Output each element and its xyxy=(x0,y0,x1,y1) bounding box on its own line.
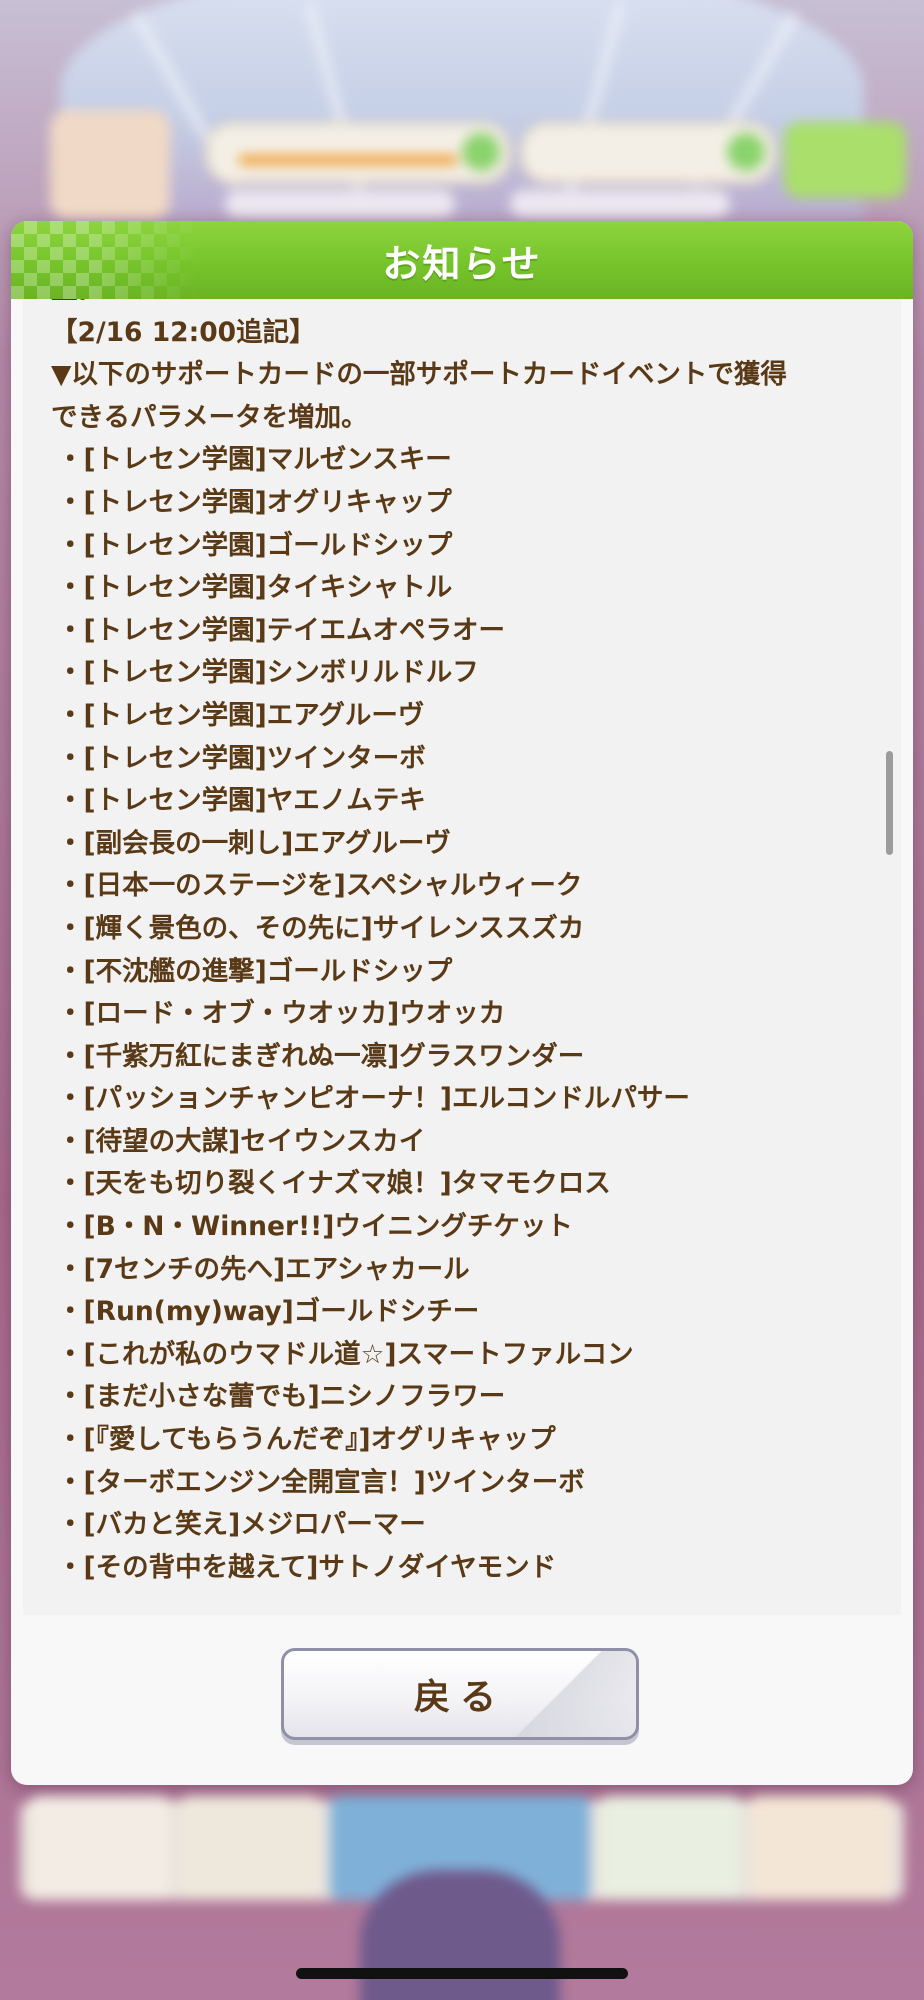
notice-line: 【2/16 12:00追記】 xyxy=(51,316,316,348)
notice-line: ・[トレセン学園]シンボリルドルフ xyxy=(57,657,479,689)
notice-line: ・[トレセン学園]タイキシャトル xyxy=(57,572,453,604)
background-resource-bar xyxy=(520,122,776,184)
notice-line: ・[待望の大謀]セイウンスカイ xyxy=(57,1125,426,1157)
notice-line: ・[日本一のステージを]スペシャルウィーク xyxy=(57,870,583,902)
notice-line: ・[トレセン学園]ゴールドシップ xyxy=(57,529,453,561)
background-green-button xyxy=(784,122,906,198)
notice-line: ・[トレセン学園]マルゼンスキー xyxy=(57,444,452,476)
notice-line: ・[ロード・オブ・ウオッカ]ウオッカ xyxy=(57,998,506,1030)
dialog-title: お知らせ xyxy=(382,241,542,286)
home-indicator[interactable] xyxy=(296,1968,628,1979)
notice-line: ・[トレセン学園]ツインターボ xyxy=(57,742,426,774)
notice-body: 量。【2/16 12:00追記】 ▼以下のサポートカードの一部サポートカードイベン… xyxy=(51,299,871,1589)
notice-line: ・[Run(my)way]ゴールドシチー xyxy=(57,1296,480,1328)
background-nav-tile xyxy=(180,1795,320,1900)
notice-line: ・[その背中を越えて]サトノダイヤモンド xyxy=(57,1551,557,1583)
background-character xyxy=(360,1870,560,2000)
notice-line: ・[まだ小さな蕾でも]ニシノフラワー xyxy=(57,1381,506,1413)
notice-line: ・[7センチの先へ]エアシャカール xyxy=(57,1253,470,1285)
background-avatar xyxy=(50,110,170,220)
notice-line: ▼以下のサポートカードの一部サポートカードイベントで獲得 xyxy=(51,359,787,391)
notice-line: できるパラメータを増加。 xyxy=(51,401,368,433)
button-shine xyxy=(496,1651,636,1737)
notice-line: ・[バカと笑え]メジロパーマー xyxy=(57,1509,426,1541)
app-screen: お知らせ 量。【2/16 12:00追記】 ▼以下のサポートカードの一部サポートカ… xyxy=(0,0,924,2000)
notice-line: ・[副会長の一刺し]エアグルーヴ xyxy=(57,827,451,859)
background-nav-tile xyxy=(600,1795,740,1900)
background-plus-icon xyxy=(727,133,765,171)
notice-line: 量。 xyxy=(51,299,871,312)
notice-line: ・[トレセン学園]テイエムオペラオー xyxy=(57,614,505,646)
notice-scroll-area[interactable]: 量。【2/16 12:00追記】 ▼以下のサポートカードの一部サポートカードイベン… xyxy=(23,299,901,1615)
background-pill xyxy=(225,190,455,218)
dialog-header: お知らせ xyxy=(11,221,913,299)
notice-line: ・[トレセン学園]エアグルーヴ xyxy=(57,699,425,731)
notice-line: ・[ターボエンジン全開宣言！]ツインターボ xyxy=(57,1466,585,1498)
notice-line: ・[輝く景色の、その先に]サイレンススズカ xyxy=(57,912,585,944)
notice-line: ・[トレセン学園]オグリキャップ xyxy=(57,486,452,518)
notice-line: ・[千紫万紅にまぎれぬ一凛]グラスワンダー xyxy=(57,1040,585,1072)
background-plus-icon xyxy=(462,133,500,171)
notice-line: ・[不沈艦の進撃]ゴールドシップ xyxy=(57,955,453,987)
scrollbar-thumb[interactable] xyxy=(886,751,893,855)
header-pattern xyxy=(11,221,201,299)
background-resource-fill xyxy=(238,155,458,165)
notice-line: ・[B・N・Winner!!]ウイニングチケット xyxy=(57,1211,573,1243)
notice-line: ・[トレセン学園]ヤエノムテキ xyxy=(57,785,426,817)
notice-line: ・[天をも切り裂くイナズマ娘！]タマモクロス xyxy=(57,1168,611,1200)
background-nav-tile xyxy=(750,1795,890,1900)
notice-line: ・[パッションチャンピオーナ！]エルコンドルパサー xyxy=(57,1083,690,1115)
notice-dialog: お知らせ 量。【2/16 12:00追記】 ▼以下のサポートカードの一部サポートカ… xyxy=(11,221,913,1785)
background-pill xyxy=(510,190,730,218)
back-button[interactable]: 戻る xyxy=(281,1648,639,1740)
notice-line: ・[『愛してもらうんだぞ』]オグリキャップ xyxy=(57,1424,556,1456)
back-button-label: 戻る xyxy=(413,1677,506,1718)
background-resource-bar xyxy=(205,122,511,184)
notice-line: ・[これが私のウマドル道☆]スマートファルコン xyxy=(57,1338,634,1370)
background-nav-tile xyxy=(30,1795,170,1900)
